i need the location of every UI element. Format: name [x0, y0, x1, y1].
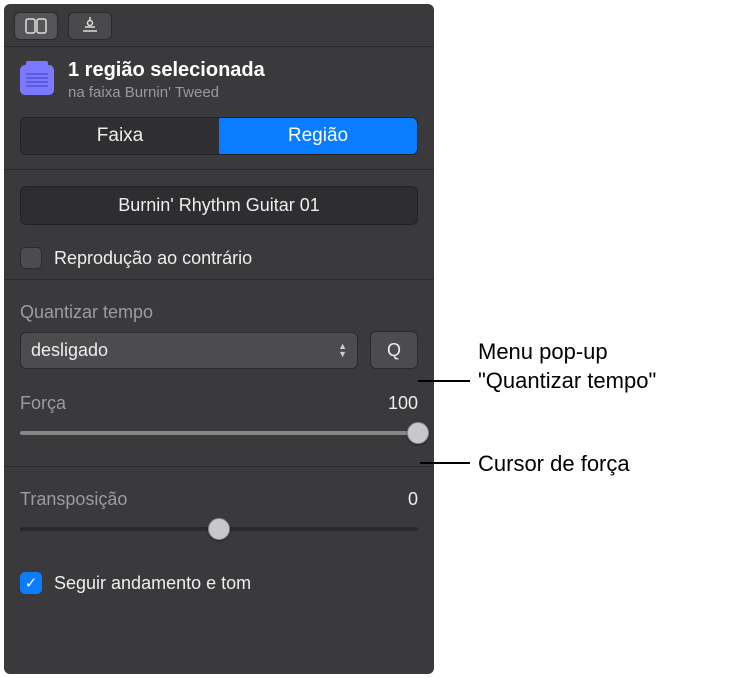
quantize-apply-button[interactable]: Q [370, 331, 418, 369]
chevron-up-down-icon: ▲▼ [338, 343, 347, 358]
inspector-panel: 1 região selecionada na faixa Burnin' Tw… [4, 4, 434, 674]
region-inspector-icon [25, 18, 47, 34]
seg-region-button[interactable]: Região [219, 118, 417, 154]
tab-track-inspector[interactable] [68, 12, 112, 40]
strength-slider-thumb[interactable] [407, 422, 429, 444]
follow-tempo-checkbox[interactable]: ✓ [20, 572, 42, 594]
reverse-playback-checkbox[interactable] [20, 247, 42, 269]
quantize-section-label: Quantizar tempo [4, 280, 434, 331]
callout-quantize-menu: Menu pop-up "Quantizar tempo" [478, 338, 738, 395]
transpose-slider-thumb[interactable] [208, 518, 230, 540]
callout-line [420, 462, 470, 464]
top-tab-bar [4, 4, 434, 47]
reverse-playback-row: Reprodução ao contrário [4, 237, 434, 279]
amp-icon [20, 65, 54, 95]
strength-row: Força 100 [4, 375, 434, 418]
transpose-row: Transposição 0 [4, 467, 434, 514]
callout-line [418, 380, 470, 382]
follow-tempo-row: ✓ Seguir andamento e tom [4, 562, 434, 604]
strength-value: 100 [388, 393, 418, 414]
strength-slider[interactable] [20, 422, 418, 444]
sliders-icon [79, 17, 101, 35]
region-name-field[interactable]: Burnin' Rhythm Guitar 01 [20, 186, 418, 225]
callout-strength-slider: Cursor de força [478, 450, 630, 479]
quantize-value: desligado [31, 340, 108, 361]
follow-tempo-label: Seguir andamento e tom [54, 573, 251, 594]
seg-track-button[interactable]: Faixa [21, 118, 219, 154]
divider [4, 169, 434, 170]
selection-subtitle: na faixa Burnin' Tweed [68, 84, 265, 101]
transpose-label: Transposição [20, 489, 127, 510]
strength-label: Força [20, 393, 66, 414]
transpose-value: 0 [408, 489, 418, 510]
track-region-segmented: Faixa Região [20, 117, 418, 155]
tab-region-inspector[interactable] [14, 12, 58, 40]
reverse-playback-label: Reprodução ao contrário [54, 248, 252, 269]
selection-title: 1 região selecionada [68, 59, 265, 82]
region-header: 1 região selecionada na faixa Burnin' Tw… [4, 47, 434, 107]
transpose-slider[interactable] [20, 518, 418, 540]
quantize-tempo-popup[interactable]: desligado ▲▼ [20, 332, 358, 369]
